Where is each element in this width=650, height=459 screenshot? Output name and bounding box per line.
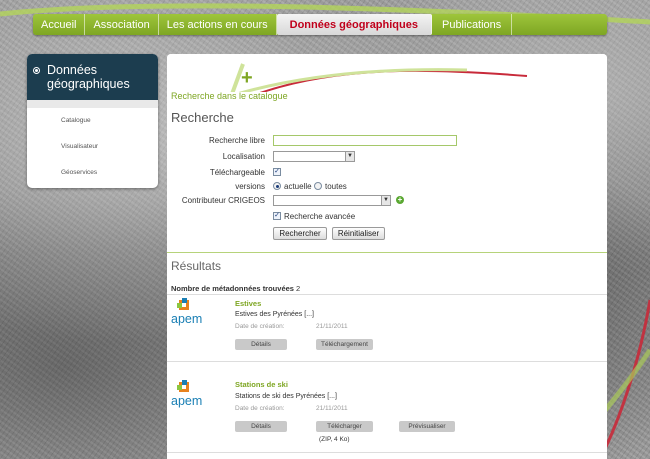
details-button[interactable]: Détails xyxy=(235,421,287,432)
svg-text:+: + xyxy=(241,67,253,89)
version-current-label: actuelle xyxy=(284,182,312,191)
result-title-estives[interactable]: Estives xyxy=(235,299,261,308)
localisation-select[interactable]: ▼ xyxy=(273,151,355,162)
version-all-label: toutes xyxy=(325,182,347,191)
contributeur-select[interactable]: ▼ xyxy=(273,195,391,206)
date-value: 21/11/2011 xyxy=(316,405,348,412)
top-navigation: Accueil Association Les actions en cours… xyxy=(33,14,607,35)
add-icon[interactable]: + xyxy=(396,196,404,204)
apem-logo-text: apem xyxy=(171,312,203,326)
advanced-search-checkbox[interactable]: ✓ xyxy=(273,212,281,220)
version-current-radio[interactable] xyxy=(273,182,281,190)
date-value: 21/11/2011 xyxy=(316,323,348,330)
telechargeable-label: Téléchargeable xyxy=(209,168,265,177)
nav-association[interactable]: Association xyxy=(85,14,159,35)
date-label: Date de création: xyxy=(235,323,285,330)
reset-button[interactable]: Réinitialiser xyxy=(332,227,385,240)
breadcrumb[interactable]: Recherche dans le catalogue xyxy=(171,91,288,101)
download-button[interactable]: Téléchargement xyxy=(316,339,373,350)
results-count: Nombre de métadonnées trouvées 2 xyxy=(171,284,300,293)
bullet-icon xyxy=(33,67,40,74)
version-all-radio[interactable] xyxy=(314,182,322,190)
sidebar-divider xyxy=(27,100,158,108)
results-title: Résultats xyxy=(171,259,222,273)
page-title: Recherche xyxy=(171,110,234,125)
apem-logo: apem xyxy=(171,380,205,416)
results-count-label: Nombre de métadonnées trouvées xyxy=(171,284,294,293)
telechargeable-checkbox[interactable]: ✓ xyxy=(273,168,281,176)
divider xyxy=(167,452,607,453)
header-banner-graphic: + xyxy=(167,54,607,92)
results-count-value: 2 xyxy=(296,284,301,293)
sidebar: Données géographiques Catalogue Visualis… xyxy=(27,54,158,188)
sidebar-header: Données géographiques xyxy=(27,54,158,100)
result-title-stations-de-ski[interactable]: Stations de ski xyxy=(235,380,288,389)
preview-button[interactable]: Prévisualiser xyxy=(399,421,455,432)
sidebar-item-visualisateur[interactable]: Visualisateur xyxy=(27,134,158,160)
nav-accueil[interactable]: Accueil xyxy=(33,14,86,35)
contributeur-label: Contributeur CRIGEOS xyxy=(181,196,265,205)
details-button[interactable]: Détails xyxy=(235,339,287,350)
chevron-down-icon: ▼ xyxy=(345,152,354,161)
divider xyxy=(167,361,607,362)
advanced-search-label: Recherche avancée xyxy=(284,212,356,221)
sidebar-title-line1: Données xyxy=(47,63,98,77)
free-search-label: Recherche libre xyxy=(208,136,265,145)
date-label: Date de création: xyxy=(235,405,285,412)
apem-logo-icon xyxy=(177,298,189,310)
sidebar-item-geoservices[interactable]: Géoservices xyxy=(27,160,158,186)
download-file-info: (ZIP, 4 Ko) xyxy=(319,436,350,443)
nav-actions-en-cours[interactable]: Les actions en cours xyxy=(159,14,277,35)
result-description: Stations de ski des Pyrénées [...] xyxy=(235,393,337,400)
localisation-label: Localisation xyxy=(222,152,265,161)
nav-publications[interactable]: Publications xyxy=(432,14,513,35)
download-button[interactable]: Télécharger xyxy=(316,421,373,432)
sidebar-item-catalogue[interactable]: Catalogue xyxy=(27,108,158,134)
section-divider xyxy=(167,252,607,253)
nav-donnees-geographiques[interactable]: Données géographiques xyxy=(276,14,432,35)
apem-logo: apem xyxy=(171,298,205,334)
apem-logo-text: apem xyxy=(171,394,203,408)
chevron-down-icon: ▼ xyxy=(381,196,390,205)
sidebar-title-line2: géographiques xyxy=(47,77,130,91)
divider xyxy=(167,294,607,295)
main-content: + Recherche dans le catalogue Recherche … xyxy=(167,54,607,459)
search-button[interactable]: Rechercher xyxy=(273,227,327,240)
versions-label: versions xyxy=(235,182,265,191)
free-search-input[interactable] xyxy=(273,135,457,146)
apem-logo-icon xyxy=(177,380,189,392)
result-description: Estives des Pyrénées [...] xyxy=(235,311,314,318)
